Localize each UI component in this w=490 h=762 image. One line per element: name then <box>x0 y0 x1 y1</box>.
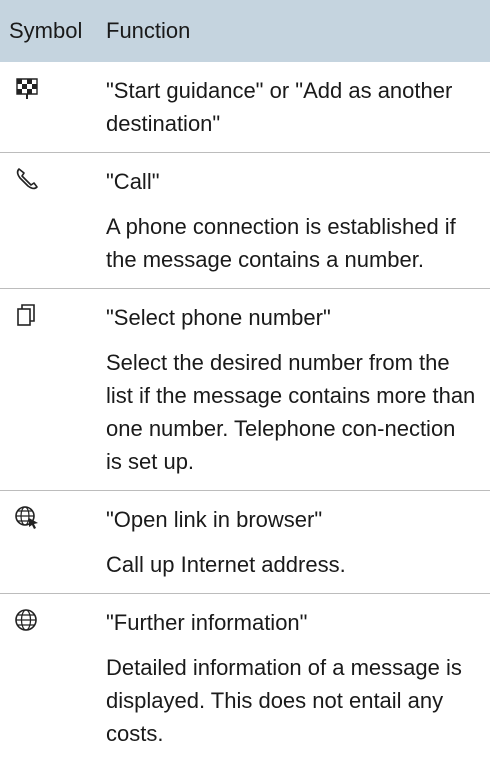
row-description: Detailed information of a message is dis… <box>106 655 462 746</box>
phone-number-list-icon <box>17 304 35 326</box>
row-description: A phone connection is established if the… <box>106 214 456 272</box>
table-row: "Select phone number" Select the desired… <box>0 289 490 491</box>
row-title: "Start guidance" or "Add as another dest… <box>106 78 453 136</box>
table-row: "Further information" Detailed informati… <box>0 594 490 762</box>
table-row: "Open link in browser" Call up Internet … <box>0 491 490 594</box>
table-header: Symbol Function <box>0 0 490 62</box>
symbol-column-header: Symbol <box>9 18 83 43</box>
globe-info-icon <box>15 609 37 631</box>
row-title: "Open link in browser" <box>106 507 323 532</box>
destination-flag-icon <box>16 78 38 99</box>
row-title: "Further information" <box>106 610 308 635</box>
phone-handset-icon <box>16 168 38 190</box>
row-description: Call up Internet address. <box>106 552 346 577</box>
table-row: "Call" A phone connection is established… <box>0 153 490 289</box>
row-title: "Call" <box>106 169 160 194</box>
row-description: Select the desired number from the list … <box>106 350 476 474</box>
globe-cursor-icon <box>15 506 38 529</box>
function-column-header: Function <box>106 18 191 43</box>
row-title: "Select phone number" <box>106 305 331 330</box>
table-row: "Start guidance" or "Add as another dest… <box>0 62 490 153</box>
symbol-function-table: Symbol Function "Start guidance" or "Add… <box>0 0 490 762</box>
